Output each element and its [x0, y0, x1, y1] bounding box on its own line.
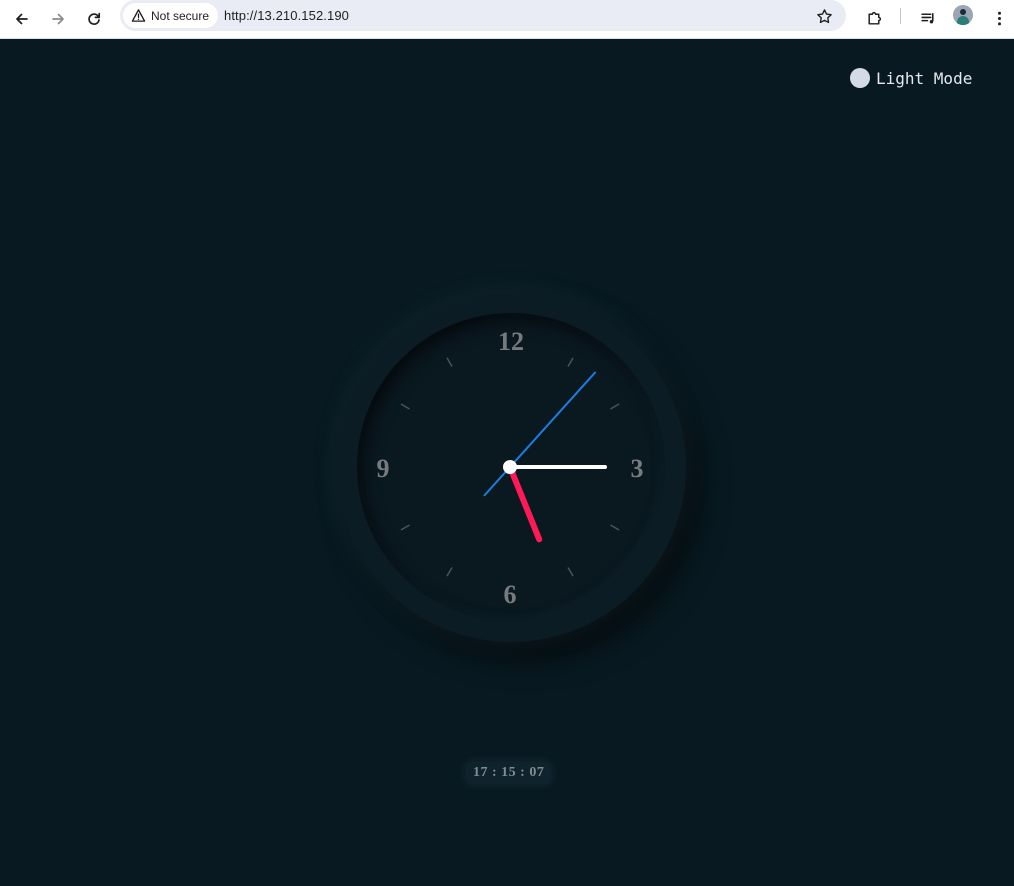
- numeral-9: 9: [377, 454, 390, 483]
- url-text[interactable]: http://13.210.152.190: [224, 8, 349, 23]
- bookmark-button[interactable]: [812, 4, 836, 28]
- tick-4: [610, 524, 620, 531]
- hour-hand: [507, 464, 543, 543]
- forward-arrow-icon: [52, 13, 64, 25]
- clock-dial: 12 3 6 9: [377, 327, 644, 609]
- tick-7: [446, 567, 453, 577]
- tick-1: [567, 357, 574, 367]
- center-pin: [503, 460, 517, 474]
- warning-icon: [131, 9, 146, 22]
- extensions-button[interactable]: [861, 5, 887, 31]
- tick-2: [610, 403, 620, 410]
- star-icon: [816, 8, 832, 23]
- back-button[interactable]: [8, 5, 36, 33]
- puzzle-icon: [867, 11, 881, 25]
- light-mode-toggle[interactable]: Light Mode: [850, 68, 972, 88]
- digital-time-display: 17 : 15 : 07: [467, 763, 551, 783]
- numeral-12: 12: [498, 327, 524, 356]
- toolbar-divider: [900, 8, 901, 24]
- browser-toolbar: Not secure http://13.210.152.190: [0, 0, 1014, 39]
- reload-icon: [88, 12, 101, 25]
- reload-button[interactable]: [80, 5, 108, 33]
- profile-avatar[interactable]: [953, 5, 973, 25]
- security-indicator[interactable]: Not secure: [123, 3, 219, 28]
- security-label: Not secure: [151, 8, 210, 23]
- analog-clock: 12 3 6 9: [336, 292, 686, 642]
- address-bar[interactable]: Not secure http://13.210.152.190: [120, 0, 846, 31]
- tick-5: [567, 567, 574, 577]
- browser-menu-button[interactable]: [986, 5, 1012, 31]
- tick-11: [446, 357, 453, 367]
- forward-button[interactable]: [44, 5, 72, 33]
- second-hand: [483, 371, 596, 497]
- media-control-button[interactable]: [915, 5, 941, 31]
- back-arrow-icon: [16, 13, 28, 25]
- mode-toggle-label: Light Mode: [876, 68, 973, 88]
- playlist-icon: [920, 12, 934, 23]
- more-vertical-icon: [997, 11, 1001, 25]
- numeral-6: 6: [504, 580, 517, 609]
- numeral-3: 3: [631, 454, 644, 483]
- tick-8: [400, 524, 410, 531]
- tick-10: [400, 403, 410, 410]
- mode-circle-icon: [850, 68, 870, 88]
